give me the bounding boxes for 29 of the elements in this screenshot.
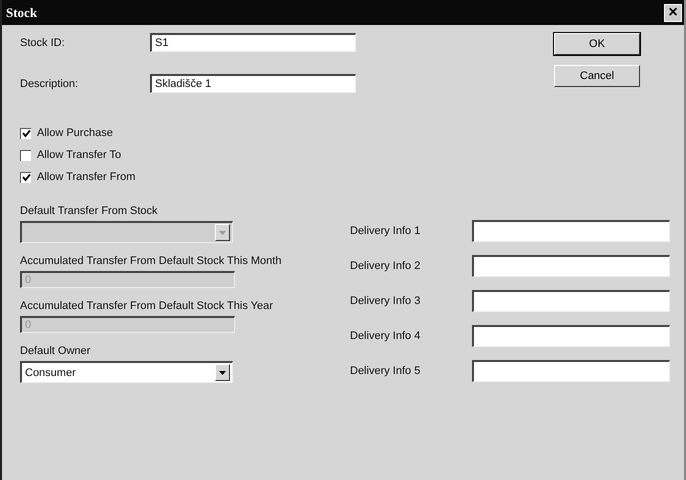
close-button[interactable]: × — [664, 4, 682, 22]
field-label: Default Transfer From Stock — [20, 205, 159, 217]
field-label: Description: — [20, 78, 80, 90]
input-field[interactable] — [472, 290, 670, 312]
dialog-button[interactable]: OK — [554, 33, 640, 55]
window-title: Stock — [6, 4, 38, 20]
field-label: Accumulated Transfer From Default Stock This Month — [20, 255, 282, 267]
field-label: Delivery Info 1 — [350, 225, 422, 237]
checkbox[interactable] — [20, 150, 31, 160]
field-label: Accumulated Transfer From Default Stock This Year — [20, 300, 274, 312]
checkbox-label: Allow Purchase — [37, 127, 113, 139]
checkbox-label: Allow Transfer From — [37, 171, 136, 183]
field-label: Delivery Info 2 — [350, 260, 422, 272]
dialog-button[interactable]: Cancel — [554, 65, 640, 87]
input-field[interactable]: S1 — [150, 33, 356, 52]
field-label: Delivery Info 3 — [350, 295, 422, 307]
input-field[interactable] — [472, 220, 670, 242]
input-field[interactable] — [472, 325, 670, 347]
input-field[interactable]: Skladišče 1 — [150, 74, 356, 93]
checkbox[interactable] — [20, 172, 31, 182]
field-label: Stock ID: — [20, 36, 66, 48]
dropdown[interactable]: Consumer — [20, 361, 233, 383]
checkbox[interactable] — [20, 128, 31, 138]
field-label: Default Owner — [20, 345, 92, 357]
field-label: Delivery Info 4 — [350, 330, 422, 342]
field-label: Delivery Info 5 — [350, 365, 422, 377]
checkbox-label: Allow Transfer To — [37, 149, 122, 161]
input-field[interactable] — [472, 360, 670, 382]
input-field[interactable] — [472, 255, 670, 277]
